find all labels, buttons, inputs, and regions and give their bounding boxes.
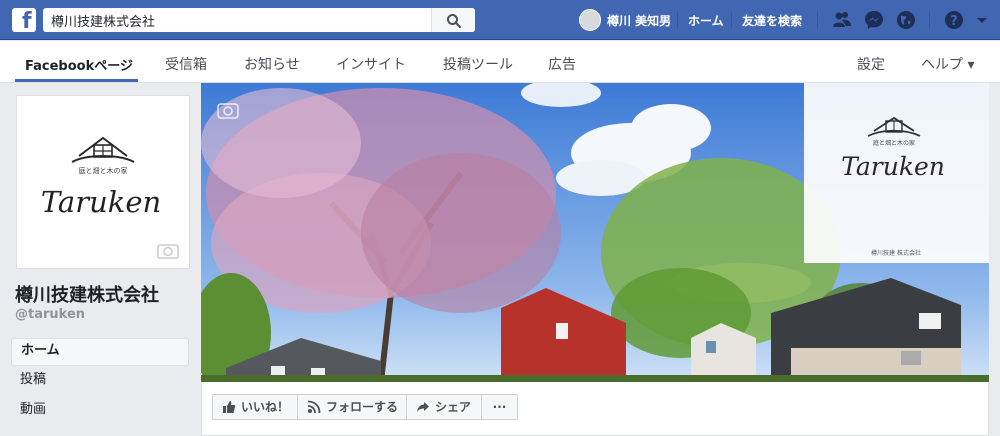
messenger-icon[interactable] [864, 10, 884, 30]
tab-ads[interactable]: 広告 [548, 54, 576, 74]
help-menu[interactable]: ヘルプ ▾ [921, 54, 974, 74]
like-button[interactable]: いいね！ [212, 394, 298, 420]
search-button[interactable] [431, 8, 475, 32]
share-button[interactable]: シェア [407, 394, 482, 420]
profile-link[interactable]: 樽川 美知男 [579, 8, 671, 32]
page-navigation-bar: Facebookページ 受信箱 お知らせ インサイト 投稿ツール 広告 設定 ヘ… [0, 41, 1000, 83]
help-icon[interactable]: ? [944, 10, 964, 30]
profile-name: 樽川 美知男 [607, 13, 672, 28]
home-link[interactable]: ホーム [688, 12, 724, 29]
friend-requests-icon[interactable] [832, 10, 852, 30]
search-icon [447, 14, 461, 28]
tab-inbox[interactable]: 受信箱 [165, 54, 207, 74]
tab-notifications[interactable]: お知らせ [244, 54, 300, 74]
divider [731, 12, 732, 28]
divider [817, 12, 818, 28]
svg-text:樽川技建 株式会社: 樽川技建 株式会社 [871, 249, 921, 257]
share-arrow-icon [417, 402, 429, 412]
rss-follow-icon [307, 400, 321, 414]
sidebar-item-posts[interactable]: 投稿 [11, 368, 189, 396]
thumbs-up-icon [223, 401, 236, 413]
sidebar-item-home[interactable]: ホーム [11, 338, 189, 366]
cover-logo-overlay: 庭と畑と木の家 Taruken 樽川技建 株式会社 [804, 83, 989, 263]
dropdown-arrow-icon[interactable] [972, 10, 992, 30]
sidebar-item-videos[interactable]: 動画 [11, 398, 189, 426]
avatar [579, 9, 601, 31]
notifications-globe-icon[interactable] [896, 10, 916, 30]
search-box [43, 8, 475, 32]
page-sidebar: 庭と畑と木の家 Taruken 樽川技建株式会社 @taruken ホーム 投稿… [10, 83, 200, 436]
divider [677, 12, 678, 28]
more-icon: ··· [492, 400, 507, 414]
taruken-logo: 庭と畑と木の家 Taruken [41, 136, 179, 259]
svg-text:庭と畑と木の家: 庭と畑と木の家 [79, 166, 128, 175]
page-action-bar: いいね！ フォローする シェア ··· [201, 382, 989, 436]
tab-insights[interactable]: インサイト [336, 54, 406, 74]
search-input[interactable] [43, 8, 431, 32]
top-navigation-bar: f 樽川 美知男 ホーム 友達を検索 ? [0, 0, 1000, 40]
find-friends-link[interactable]: 友達を検索 [742, 12, 802, 29]
tab-facebook-page[interactable]: Facebookページ [25, 55, 133, 74]
page-title[interactable]: 樽川技建株式会社 [15, 281, 159, 307]
settings-link[interactable]: 設定 [857, 54, 885, 74]
page-username[interactable]: @taruken [15, 307, 85, 322]
page-profile-picture[interactable]: 庭と畑と木の家 Taruken [16, 95, 190, 269]
svg-text:庭と畑と木の家: 庭と畑と木の家 [873, 139, 915, 147]
facebook-logo-icon[interactable]: f [12, 8, 36, 32]
follow-label: フォローする [326, 400, 399, 414]
follow-button[interactable]: フォローする [298, 394, 407, 420]
svg-text:?: ? [950, 14, 958, 29]
share-label: シェア [435, 400, 472, 414]
tab-publishing-tools[interactable]: 投稿ツール [443, 54, 513, 74]
svg-text:Taruken: Taruken [841, 152, 945, 181]
divider [929, 12, 930, 28]
cover-photo[interactable]: 庭と畑と木の家 Taruken 樽川技建 株式会社 [201, 83, 989, 382]
like-label: いいね！ [241, 400, 290, 414]
active-tab-indicator [15, 79, 138, 82]
more-options-button[interactable]: ··· [482, 394, 518, 420]
svg-text:Taruken: Taruken [41, 185, 161, 219]
